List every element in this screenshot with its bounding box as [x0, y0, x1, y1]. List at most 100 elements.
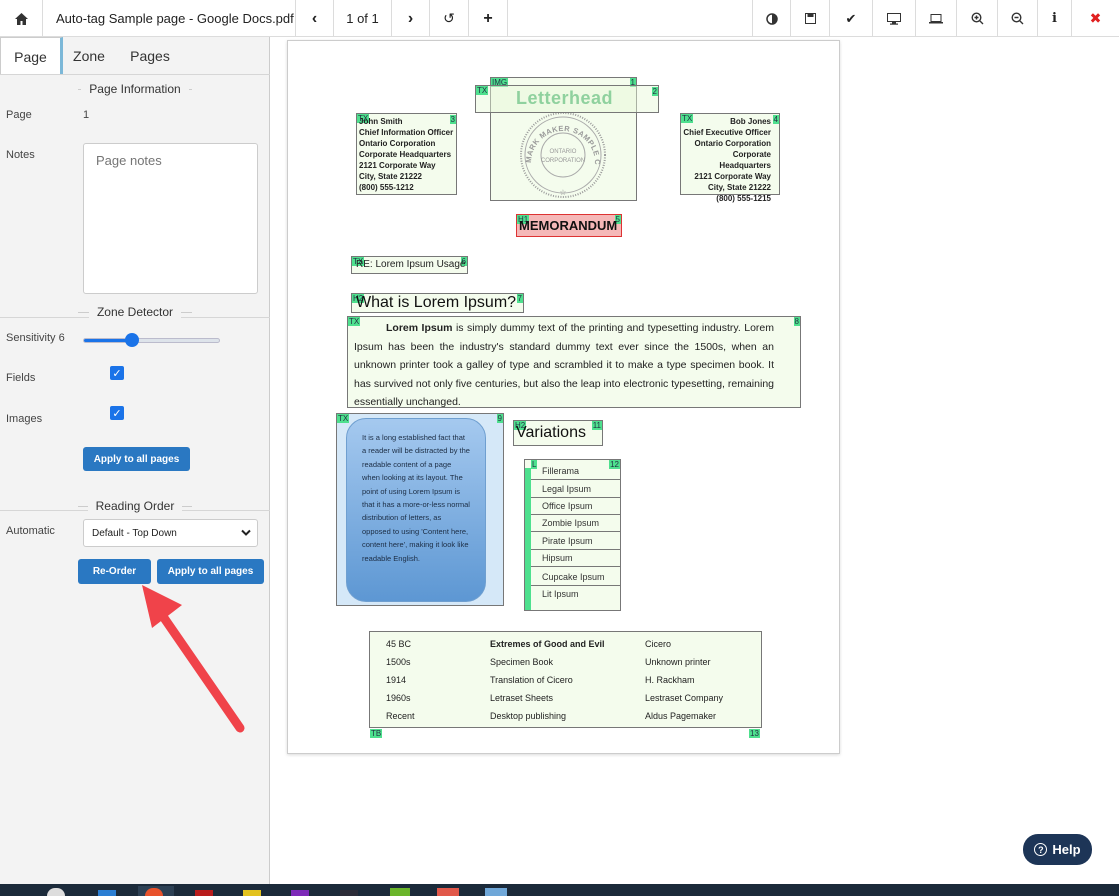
toolbar: Auto-tag Sample page - Google Docs.pdf ‹…	[0, 0, 1119, 37]
zone-right-address[interactable]: TX 4 Bob Jones Chief Executive Officer O…	[680, 113, 780, 203]
zone-number: 8	[793, 317, 800, 326]
taskbar-icon[interactable]	[340, 890, 358, 896]
taskbar-icon[interactable]	[291, 890, 309, 896]
info-button[interactable]: i	[1037, 0, 1071, 37]
floppy-icon	[804, 13, 816, 24]
zoom-in-icon	[970, 12, 983, 25]
taskbar-icon[interactable]	[145, 888, 163, 896]
add-button[interactable]: +	[469, 0, 508, 37]
subject-line: RE: Lorem Ipsum Usage	[356, 259, 466, 270]
page-notes-input[interactable]	[83, 143, 258, 294]
chevron-down-icon	[241, 529, 251, 536]
zone-subject[interactable]: TX 6 RE: Lorem Ipsum Usage	[351, 256, 468, 274]
laptop-view-button[interactable]	[915, 0, 956, 37]
tab-pages[interactable]: Pages	[115, 37, 185, 75]
address-line: City, State 21222	[359, 172, 422, 181]
address-line: Chief Information Officer	[359, 128, 454, 137]
address-line: Bob Jones	[730, 117, 771, 126]
zone-variations[interactable]: H2 11 Variations	[513, 420, 603, 446]
zone-detector-title: Zone Detector	[0, 305, 270, 319]
zone-left-address[interactable]: TX 3 John Smith Chief Information Office…	[356, 113, 457, 195]
zone-memorandum[interactable]: H1 5 MEMORANDUM	[516, 214, 622, 237]
checkmark-icon: ✔	[845, 10, 857, 26]
reading-order-title: Reading Order	[0, 499, 270, 513]
taskbar	[0, 884, 1119, 896]
zone-tag: TX	[476, 86, 489, 95]
address-line: 2121 Corporate Way	[359, 161, 436, 170]
images-checkbox[interactable]: ✓	[110, 406, 124, 420]
address-line: Corporate Headquarters	[719, 150, 771, 170]
table-row: 1500s Specimen Book Unknown printer	[386, 657, 711, 667]
zone-letterhead[interactable]: TX 2 Letterhead	[475, 85, 659, 113]
taskbar-icon[interactable]	[485, 888, 507, 896]
chevron-right-icon: ›	[407, 9, 414, 27]
info-icon: i	[1052, 11, 1057, 26]
zone-number: 11	[591, 421, 602, 430]
memo-heading: MEMORANDUM	[519, 218, 618, 233]
zone-heading[interactable]: H2 7 What is Lorem Ipsum?	[351, 293, 524, 313]
list-bullet-strip	[525, 468, 531, 610]
list-item: Fillerama	[525, 463, 621, 480]
list-item: Office Ipsum	[525, 498, 621, 515]
pdf-page: IMG 1 MARK MAKER SAMPLE COMPANY ONTARIO …	[287, 40, 840, 754]
save-button[interactable]	[790, 0, 829, 37]
sensitivity-slider[interactable]	[83, 333, 220, 347]
zone-callout[interactable]: TX 9 It is a long established fact that …	[336, 413, 504, 606]
chevron-left-icon: ‹	[311, 9, 318, 27]
page-indicator: 1 of 1	[334, 0, 392, 37]
zone-apply-all-button[interactable]: Apply to all pages	[83, 447, 190, 471]
checkmark-icon: ✓	[112, 407, 122, 420]
undo-icon: ↺	[443, 10, 455, 26]
taskbar-icon[interactable]	[243, 890, 261, 896]
list-item: Zombie Ipsum	[525, 515, 621, 532]
contrast-icon	[765, 12, 778, 25]
address-line: John Smith	[359, 117, 403, 126]
zone-number: 9	[496, 414, 503, 423]
zone-list[interactable]: L 12 Fillerama Legal Ipsum Office Ipsum …	[524, 459, 621, 611]
fields-checkbox[interactable]: ✓	[110, 366, 124, 380]
zone-paragraph[interactable]: TX 8 Lorem Ipsum is simply dummy text of…	[347, 316, 801, 408]
taskbar-icon[interactable]	[390, 888, 410, 896]
next-page-button[interactable]: ›	[392, 0, 430, 37]
address-line: 2121 Corporate Way	[694, 172, 771, 181]
data-table: 45 BC Extremes of Good and Evil Cicero 150…	[386, 635, 723, 725]
page-label: Page	[6, 109, 32, 121]
table-row: 45 BC Extremes of Good and Evil Cicero	[386, 639, 672, 649]
zoom-out-button[interactable]	[997, 0, 1037, 37]
help-button[interactable]: ? Help	[1023, 834, 1092, 865]
sensitivity-slider-thumb[interactable]	[125, 333, 139, 347]
automatic-label: Automatic	[6, 525, 55, 537]
check-button[interactable]: ✔	[829, 0, 872, 37]
close-button[interactable]: ✖	[1071, 0, 1119, 37]
reading-order-select[interactable]: Default - Top Down	[83, 519, 258, 547]
zone-number: 2	[651, 87, 658, 96]
notes-label: Notes	[6, 149, 35, 161]
prev-page-button[interactable]: ‹	[296, 0, 334, 37]
taskbar-icon[interactable]	[98, 890, 116, 896]
zoom-in-button[interactable]	[956, 0, 997, 37]
desktop-icon	[887, 12, 901, 25]
checkmark-icon: ✓	[112, 367, 122, 380]
table-row: 1914 Translation of Cicero H. Rackham	[386, 675, 695, 685]
address-line: City, State 21222	[708, 183, 771, 192]
desktop-view-button[interactable]	[872, 0, 915, 37]
taskbar-icon[interactable]	[195, 890, 213, 896]
home-icon	[14, 12, 28, 25]
tab-page[interactable]: Page	[0, 37, 63, 75]
address-line: (800) 555-1215	[716, 194, 771, 203]
taskbar-icon[interactable]	[47, 888, 65, 896]
list-item: Legal Ipsum	[525, 481, 621, 498]
tab-zone[interactable]: Zone	[63, 37, 115, 75]
list-item: Pirate Ipsum	[525, 533, 621, 550]
zone-table[interactable]: 45 BC Extremes of Good and Evil Cicero 150…	[369, 631, 762, 728]
undo-button[interactable]: ↺	[430, 0, 469, 37]
address-line: Ontario Corporation	[694, 139, 771, 148]
zone-number: 4	[772, 115, 779, 124]
document-title: Auto-tag Sample page - Google Docs.pdf	[43, 0, 296, 37]
svg-text:☆: ☆	[559, 188, 566, 197]
address-line: Ontario Corporation	[359, 139, 436, 148]
home-button[interactable]	[0, 0, 43, 37]
seal-image: MARK MAKER SAMPLE COMPANY ONTARIO CORPOR…	[513, 111, 606, 198]
contrast-button[interactable]	[752, 0, 790, 37]
taskbar-icon[interactable]	[437, 888, 459, 896]
